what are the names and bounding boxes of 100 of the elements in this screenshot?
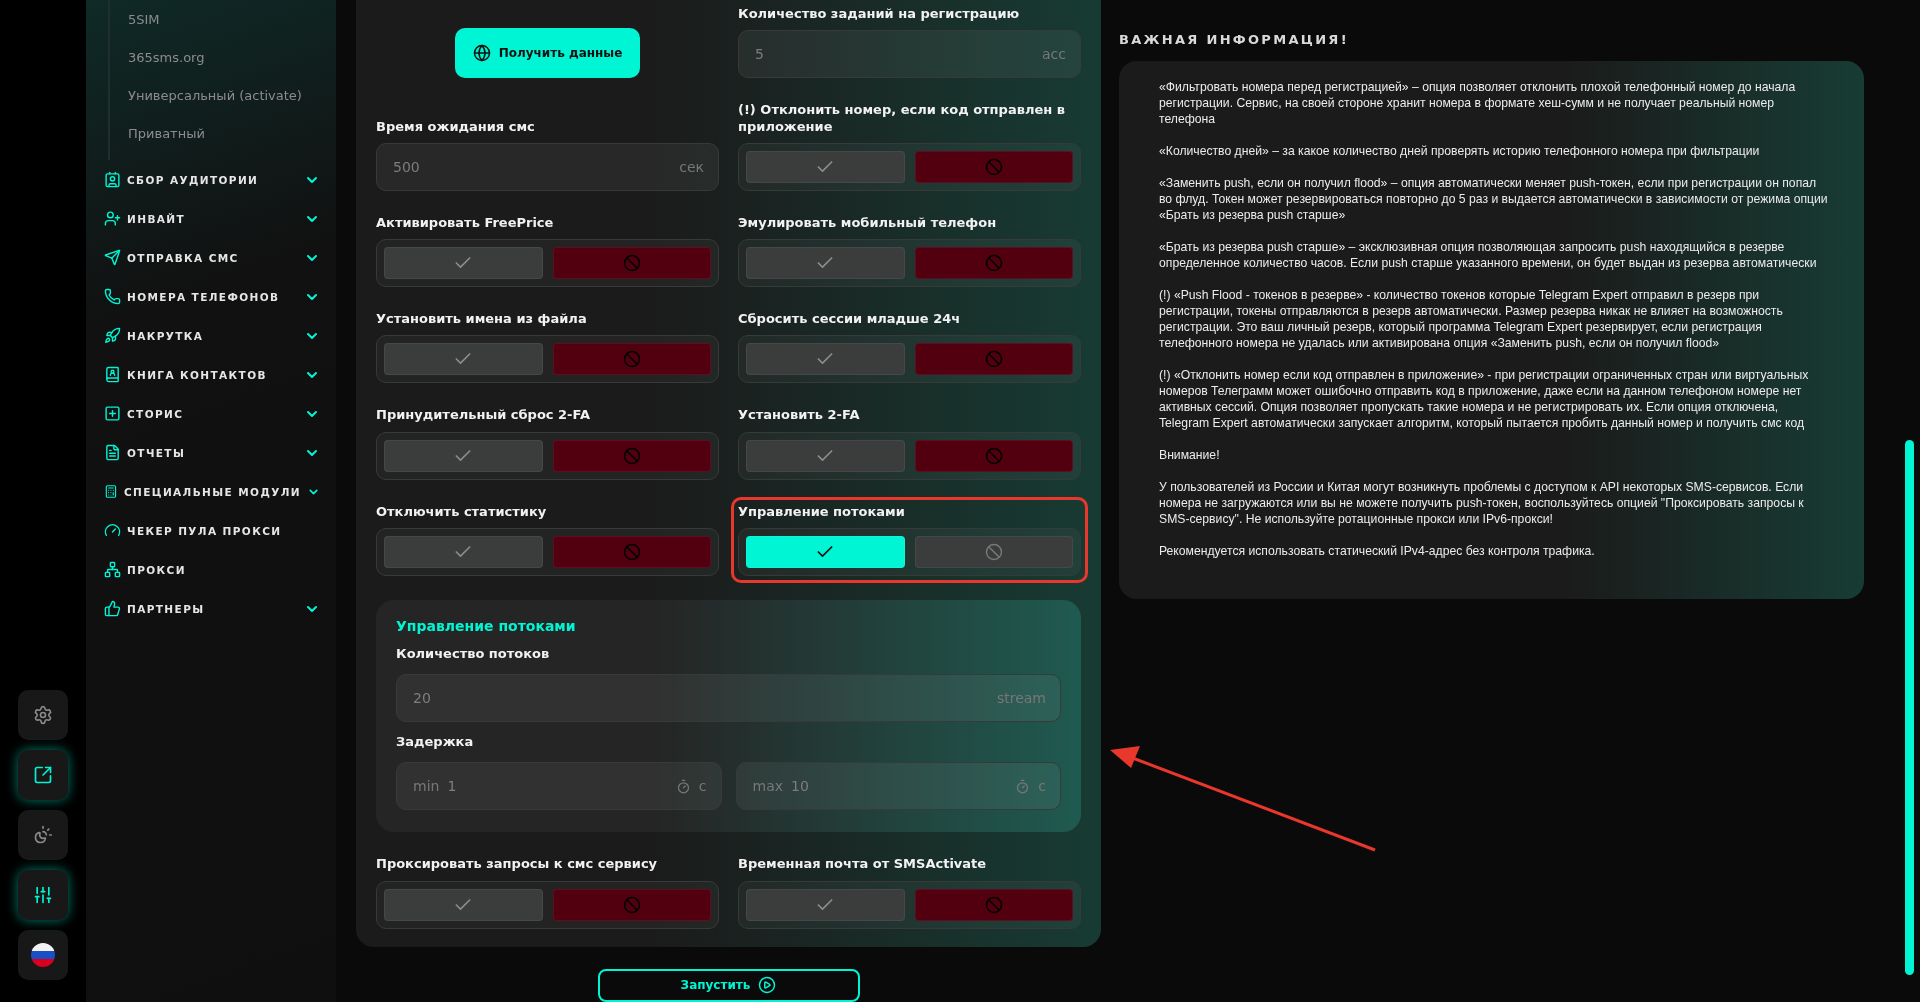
disable-button[interactable] [914,247,1073,279]
field-label: Задержка [396,734,475,751]
timer-icon [1015,778,1031,794]
user-plus-icon [104,210,121,227]
contacts-icon [104,171,121,188]
block-icon [622,542,641,561]
scrollbar-thumb[interactable] [1905,440,1914,975]
nav-item[interactable]: НОМЕРА ТЕЛЕФОНОВ [104,277,320,316]
disable-button[interactable] [914,150,1073,183]
nav-item[interactable]: ЧЕКЕР ПУЛА ПРОКСИ [104,511,320,550]
disable-button[interactable] [552,247,711,279]
field-value: 20 [413,690,432,706]
info-paragraph: (!) «Отклонить номер если код отправлен в приложение» - при регистрации ограниченных стран или виртуальных номеров Телеграмм может ошибочно отправить код в приложение, даже если на данном телефоном номере нет активных сессий. Опция позволяет пропускать такие номера и не регистрировать их. Если опция отключена, Telegram Expert автоматически запускает алгоритм, который пытается пробить данный номер и получить смс код [1159,367,1810,431]
info-paragraph: «Количество дней» – за какое количество дней проверять историю телефонного номера при фильтрации [1159,143,1761,159]
field-value: 1 [447,778,458,795]
unit-label: с [1038,778,1046,795]
option-label: Установить имена из файла [376,311,588,328]
block-icon [984,157,1003,176]
submenu-item[interactable]: 365sms.org [128,38,320,76]
nav-item[interactable]: КНИГА КОНТАКТОВ [104,355,320,394]
thumbs-up-icon [104,600,121,617]
sliders-button[interactable] [18,870,68,920]
theme-icon [33,825,53,845]
unit-label: acc [1042,46,1066,63]
block-icon [984,254,1003,272]
language-button[interactable] [18,930,68,980]
timer-icon [675,778,691,794]
sliders-icon [33,885,53,905]
address-book-icon [104,366,121,383]
disable-button[interactable] [552,535,711,568]
info-paragraph: Рекомендуется использовать статический IPv4-адрес без контроля трафика. [1159,543,1596,559]
field-prefix: max [752,778,783,795]
option-label: Принудительный сброс 2-FA [376,407,591,424]
start-button[interactable]: Запустить [597,968,860,1002]
submenu-item[interactable]: 5SIM [128,0,320,38]
disable-button[interactable] [552,888,711,921]
field-value: 5 [755,46,765,63]
nav-item[interactable]: ПРОКСИ [104,550,320,589]
settings-icon [33,705,53,725]
field-value: 500 [393,158,421,175]
get-data-button[interactable]: Получить данные [455,28,640,79]
unit-label: stream [996,690,1046,706]
field-value: 10 [791,778,810,795]
disable-button[interactable] [914,888,1073,921]
settings-button[interactable] [18,690,68,740]
option-label: Сбросить сессии младше 24ч [738,311,962,328]
network-icon [104,561,121,578]
option-label: Отключить статистику [376,503,548,520]
disable-button[interactable] [552,439,711,472]
play-icon [758,976,777,995]
nav-item[interactable]: ПАРТНЕРЫ [104,589,320,628]
info-paragraph: Внимание! [1159,447,1221,463]
nav-item[interactable]: ОТЧЕТЫ [104,433,320,472]
option-label: Эмулировать мобильный телефон [738,214,998,231]
plus-square-icon [104,405,121,422]
block-icon [622,895,641,914]
globe-icon [472,44,491,63]
phone-icon [104,288,121,305]
open-external-button[interactable] [18,750,68,800]
block-icon [622,254,641,272]
block-icon [622,446,641,465]
external-link-icon [33,765,53,785]
option-label: Проксировать запросы к смс сервису [376,856,659,873]
nav-item[interactable]: ИНВАЙТ [104,199,320,238]
nav-item[interactable]: СТОРИС [104,394,320,433]
block-icon [984,350,1003,369]
rocket-icon [104,327,121,344]
gauge-icon [104,522,121,539]
section-title: ВАЖНАЯ ИНФОРМАЦИЯ! [1119,32,1350,47]
enable-button[interactable] [746,535,905,568]
info-paragraph: «Фильтровать номера перед регистрацией» – опция позволяет отклонить плохой телефонный номер до начала регистрации. Сервис, на своей стороне хранит номера в формате хеш-сумм и не получает реальный номер телефона [1159,79,1797,127]
block-icon [622,350,641,369]
paper-plane-icon [104,249,121,266]
disable-button[interactable] [914,439,1073,472]
theme-button[interactable] [18,810,68,860]
input-field[interactable]: 500 сек [376,142,719,191]
calculator-icon [104,483,118,500]
field-prefix: min [413,778,440,795]
nav-item[interactable]: ОТПРАВКА СМС [104,238,320,277]
option-label: Активировать FreePrice [376,214,555,231]
block-icon [984,446,1003,465]
option-label: Управление потоками [738,503,906,520]
submenu-item[interactable]: Универсальный (activate) [128,76,320,114]
block-icon [984,542,1003,561]
info-paragraph: «Брать из резерва push старше» – эксклюзивная опция позволяющая запросить push находящийся в резерве определенное количество часов. Если push старше указанного времени, он будет выдан из резерва автоматически [1159,239,1818,271]
option-label: Установить 2-FA [738,407,861,424]
field-label: Количество потоков [396,645,551,662]
unit-label: сек [679,158,704,175]
info-paragraph: «Заменить push, если он получил flood» – опция автоматически меняет push-токен, если при регистрации он попал во флуд. Токен может резервироваться повторно до 5 раз и выдается автоматически в зависимости от режима опции «Брать из резерва push старше» [1159,175,1828,223]
disable-button[interactable] [552,343,711,376]
panel-title: Управление потоками [396,617,577,634]
disable-button[interactable] [914,343,1073,376]
document-icon [104,444,121,461]
submenu-item[interactable]: Приватный [128,114,320,152]
nav-item[interactable]: СБОР АУДИТОРИИ [104,160,320,199]
nav-item[interactable]: НАКРУТКА [104,316,320,355]
nav-item[interactable]: СПЕЦИАЛЬНЫЕ МОДУЛИ [104,472,320,511]
unit-label: с [698,778,707,795]
disable-button[interactable] [914,535,1073,568]
russia-flag-icon [31,943,55,967]
